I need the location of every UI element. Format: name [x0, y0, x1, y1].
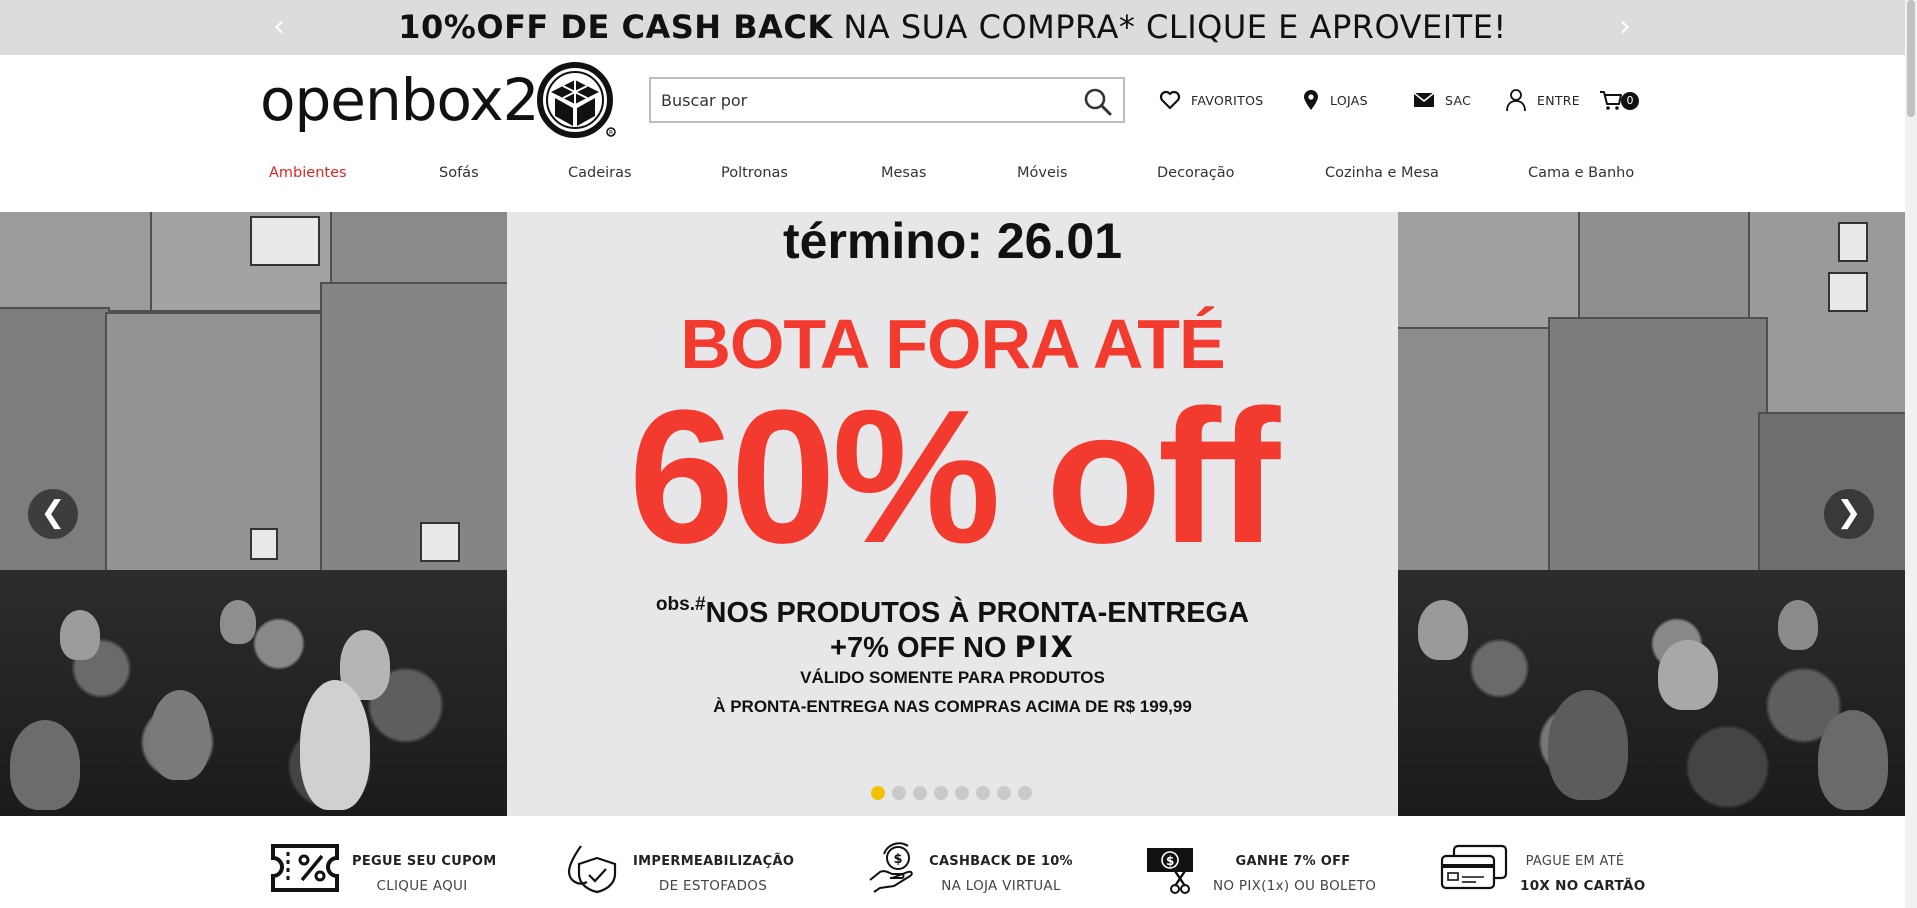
- coupon-icon: [271, 844, 339, 892]
- envelope-icon: [1413, 92, 1435, 107]
- promo-pix-line: +7% OFF NO PIX: [507, 630, 1398, 665]
- favorites-label: FAVORITOS: [1191, 92, 1264, 108]
- nav-item-cozinha-e-mesa[interactable]: Cozinha e Mesa: [1325, 165, 1439, 181]
- benefit-coupon[interactable]: PEGUE SEU CUPOM CLIQUE AQUI: [270, 842, 500, 902]
- promo-discount: 60% off: [628, 371, 1281, 583]
- svg-text:$: $: [1166, 854, 1174, 868]
- slide-dot-5[interactable]: [955, 786, 969, 800]
- promo-end-date: término: 26.01: [782, 213, 1122, 269]
- benefit-waterproof-title: IMPERMEABILIZAÇÃO: [633, 854, 795, 869]
- svg-text:R: R: [609, 130, 613, 137]
- crowd-image-right: [1398, 570, 1905, 816]
- svg-text:$: $: [894, 852, 903, 867]
- box-logo-icon: R: [537, 62, 616, 138]
- slide-dot-1[interactable]: [871, 786, 885, 800]
- nav-item-decoracao[interactable]: Decoração: [1157, 165, 1235, 181]
- slide-dot-8[interactable]: [1018, 786, 1032, 800]
- money-scissors-icon: $: [1147, 848, 1193, 894]
- benefit-pix-subtitle: NO PIX(1x) OU BOLETO: [1213, 878, 1377, 894]
- hero-prev-arrow[interactable]: ❮: [28, 489, 78, 539]
- stores-label: LOJAS: [1330, 92, 1368, 108]
- promo-line-1: NOS PRODUTOS À PRONTA-ENTREGA: [705, 597, 1250, 629]
- credit-cards-icon: [1440, 844, 1508, 890]
- login-label: ENTRE: [1537, 92, 1580, 108]
- slide-dot-2[interactable]: [892, 786, 906, 800]
- nav-item-cama-e-banho[interactable]: Cama e Banho: [1528, 165, 1634, 181]
- benefit-coupon-subtitle: CLIQUE AQUI: [376, 878, 468, 894]
- hero-banner[interactable]: término: 26.01 BOTA FORA ATÉ 60% off obs…: [0, 212, 1905, 816]
- promo-line-4: À PRONTA-ENTREGA NAS COMPRAS ACIMA DE R$…: [713, 697, 1192, 716]
- search-box[interactable]: [649, 77, 1125, 123]
- promo-bold-text: 10%OFF DE CASH BACK: [398, 8, 833, 46]
- promo-pix-word: PIX: [1014, 630, 1075, 664]
- benefit-installments-subtitle: 10X NO CARTÃO: [1520, 878, 1646, 894]
- benefit-coupon-title: PEGUE SEU CUPOM: [352, 854, 497, 869]
- slide-dot-4[interactable]: [934, 786, 948, 800]
- nav-item-poltronas[interactable]: Poltronas: [721, 165, 788, 181]
- benefit-cashback[interactable]: $ CASHBACK DE 10% NA LOJA VIRTUAL: [868, 842, 1088, 902]
- nav-item-sofas[interactable]: Sofás: [439, 165, 479, 181]
- cart-button[interactable]: 0: [1599, 89, 1641, 113]
- page-scrollbar[interactable]: [1905, 0, 1917, 908]
- waterproof-shield-icon: [567, 845, 617, 894]
- stores-link[interactable]: LOJAS: [1302, 88, 1368, 112]
- search-input[interactable]: [661, 79, 1061, 121]
- promo-line-3: VÁLIDO SOMENTE PARA PRODUTOS: [800, 668, 1105, 687]
- cart-icon: [1600, 91, 1622, 110]
- nav-item-ambientes[interactable]: Ambientes: [269, 165, 347, 181]
- location-pin-icon: [1304, 90, 1318, 110]
- hero-next-arrow[interactable]: ❯: [1824, 489, 1874, 539]
- heart-icon: [1159, 90, 1181, 110]
- promo-regular-text: NA SUA COMPRA* CLIQUE E APROVEITE!: [832, 8, 1507, 46]
- slide-dot-7[interactable]: [997, 786, 1011, 800]
- benefit-installments[interactable]: PAGUE EM ATÉ 10X NO CARTÃO: [1440, 842, 1646, 902]
- user-icon: [1506, 89, 1526, 112]
- cart-count-badge: 0: [1621, 92, 1639, 110]
- hero-promo-panel: término: 26.01 BOTA FORA ATÉ 60% off obs…: [507, 212, 1398, 816]
- category-nav: Ambientes Sofás Cadeiras Poltronas Mesas…: [0, 165, 1905, 193]
- benefit-installments-title: PAGUE EM ATÉ: [1525, 854, 1625, 869]
- benefit-pix-title: GANHE 7% OFF: [1235, 854, 1351, 869]
- benefit-cashback-title: CASHBACK DE 10%: [929, 854, 1073, 869]
- favorites-link[interactable]: FAVORITOS: [1159, 88, 1263, 112]
- benefit-waterproof[interactable]: IMPERMEABILIZAÇÃO DE ESTOFADOS: [565, 842, 800, 902]
- login-link[interactable]: ENTRE: [1505, 88, 1580, 112]
- promo-obs-line: obs.#NOS PRODUTOS À PRONTA-ENTREGA: [507, 594, 1398, 630]
- slide-dot-3[interactable]: [913, 786, 927, 800]
- benefit-cashback-subtitle: NA LOJA VIRTUAL: [941, 878, 1061, 894]
- promo-next-arrow[interactable]: ›: [1610, 10, 1640, 44]
- promo-line-2: +7% OFF NO: [830, 632, 1015, 664]
- promo-bar[interactable]: ‹ 10%OFF DE CASH BACK NA SUA COMPRA* CLI…: [0, 0, 1905, 55]
- slide-indicators: [871, 786, 1032, 800]
- crowd-image: [0, 570, 507, 816]
- slide-dot-6[interactable]: [976, 786, 990, 800]
- scrollbar-thumb[interactable]: [1907, 0, 1915, 117]
- promo-obs-mark: obs.#: [655, 594, 706, 615]
- benefit-waterproof-subtitle: DE ESTOFADOS: [658, 878, 768, 894]
- search-icon[interactable]: [1083, 87, 1113, 117]
- cashback-hand-icon: $: [869, 842, 913, 893]
- logo-text: openbox2: [260, 66, 539, 134]
- benefit-pix-discount[interactable]: $ GANHE 7% OFF NO PIX(1x) OU BOLETO: [1145, 842, 1385, 902]
- nav-item-moveis[interactable]: Móveis: [1017, 165, 1067, 181]
- sac-link[interactable]: SAC: [1413, 88, 1471, 112]
- sac-label: SAC: [1445, 92, 1472, 108]
- nav-item-cadeiras[interactable]: Cadeiras: [568, 165, 632, 181]
- nav-item-mesas[interactable]: Mesas: [881, 165, 926, 181]
